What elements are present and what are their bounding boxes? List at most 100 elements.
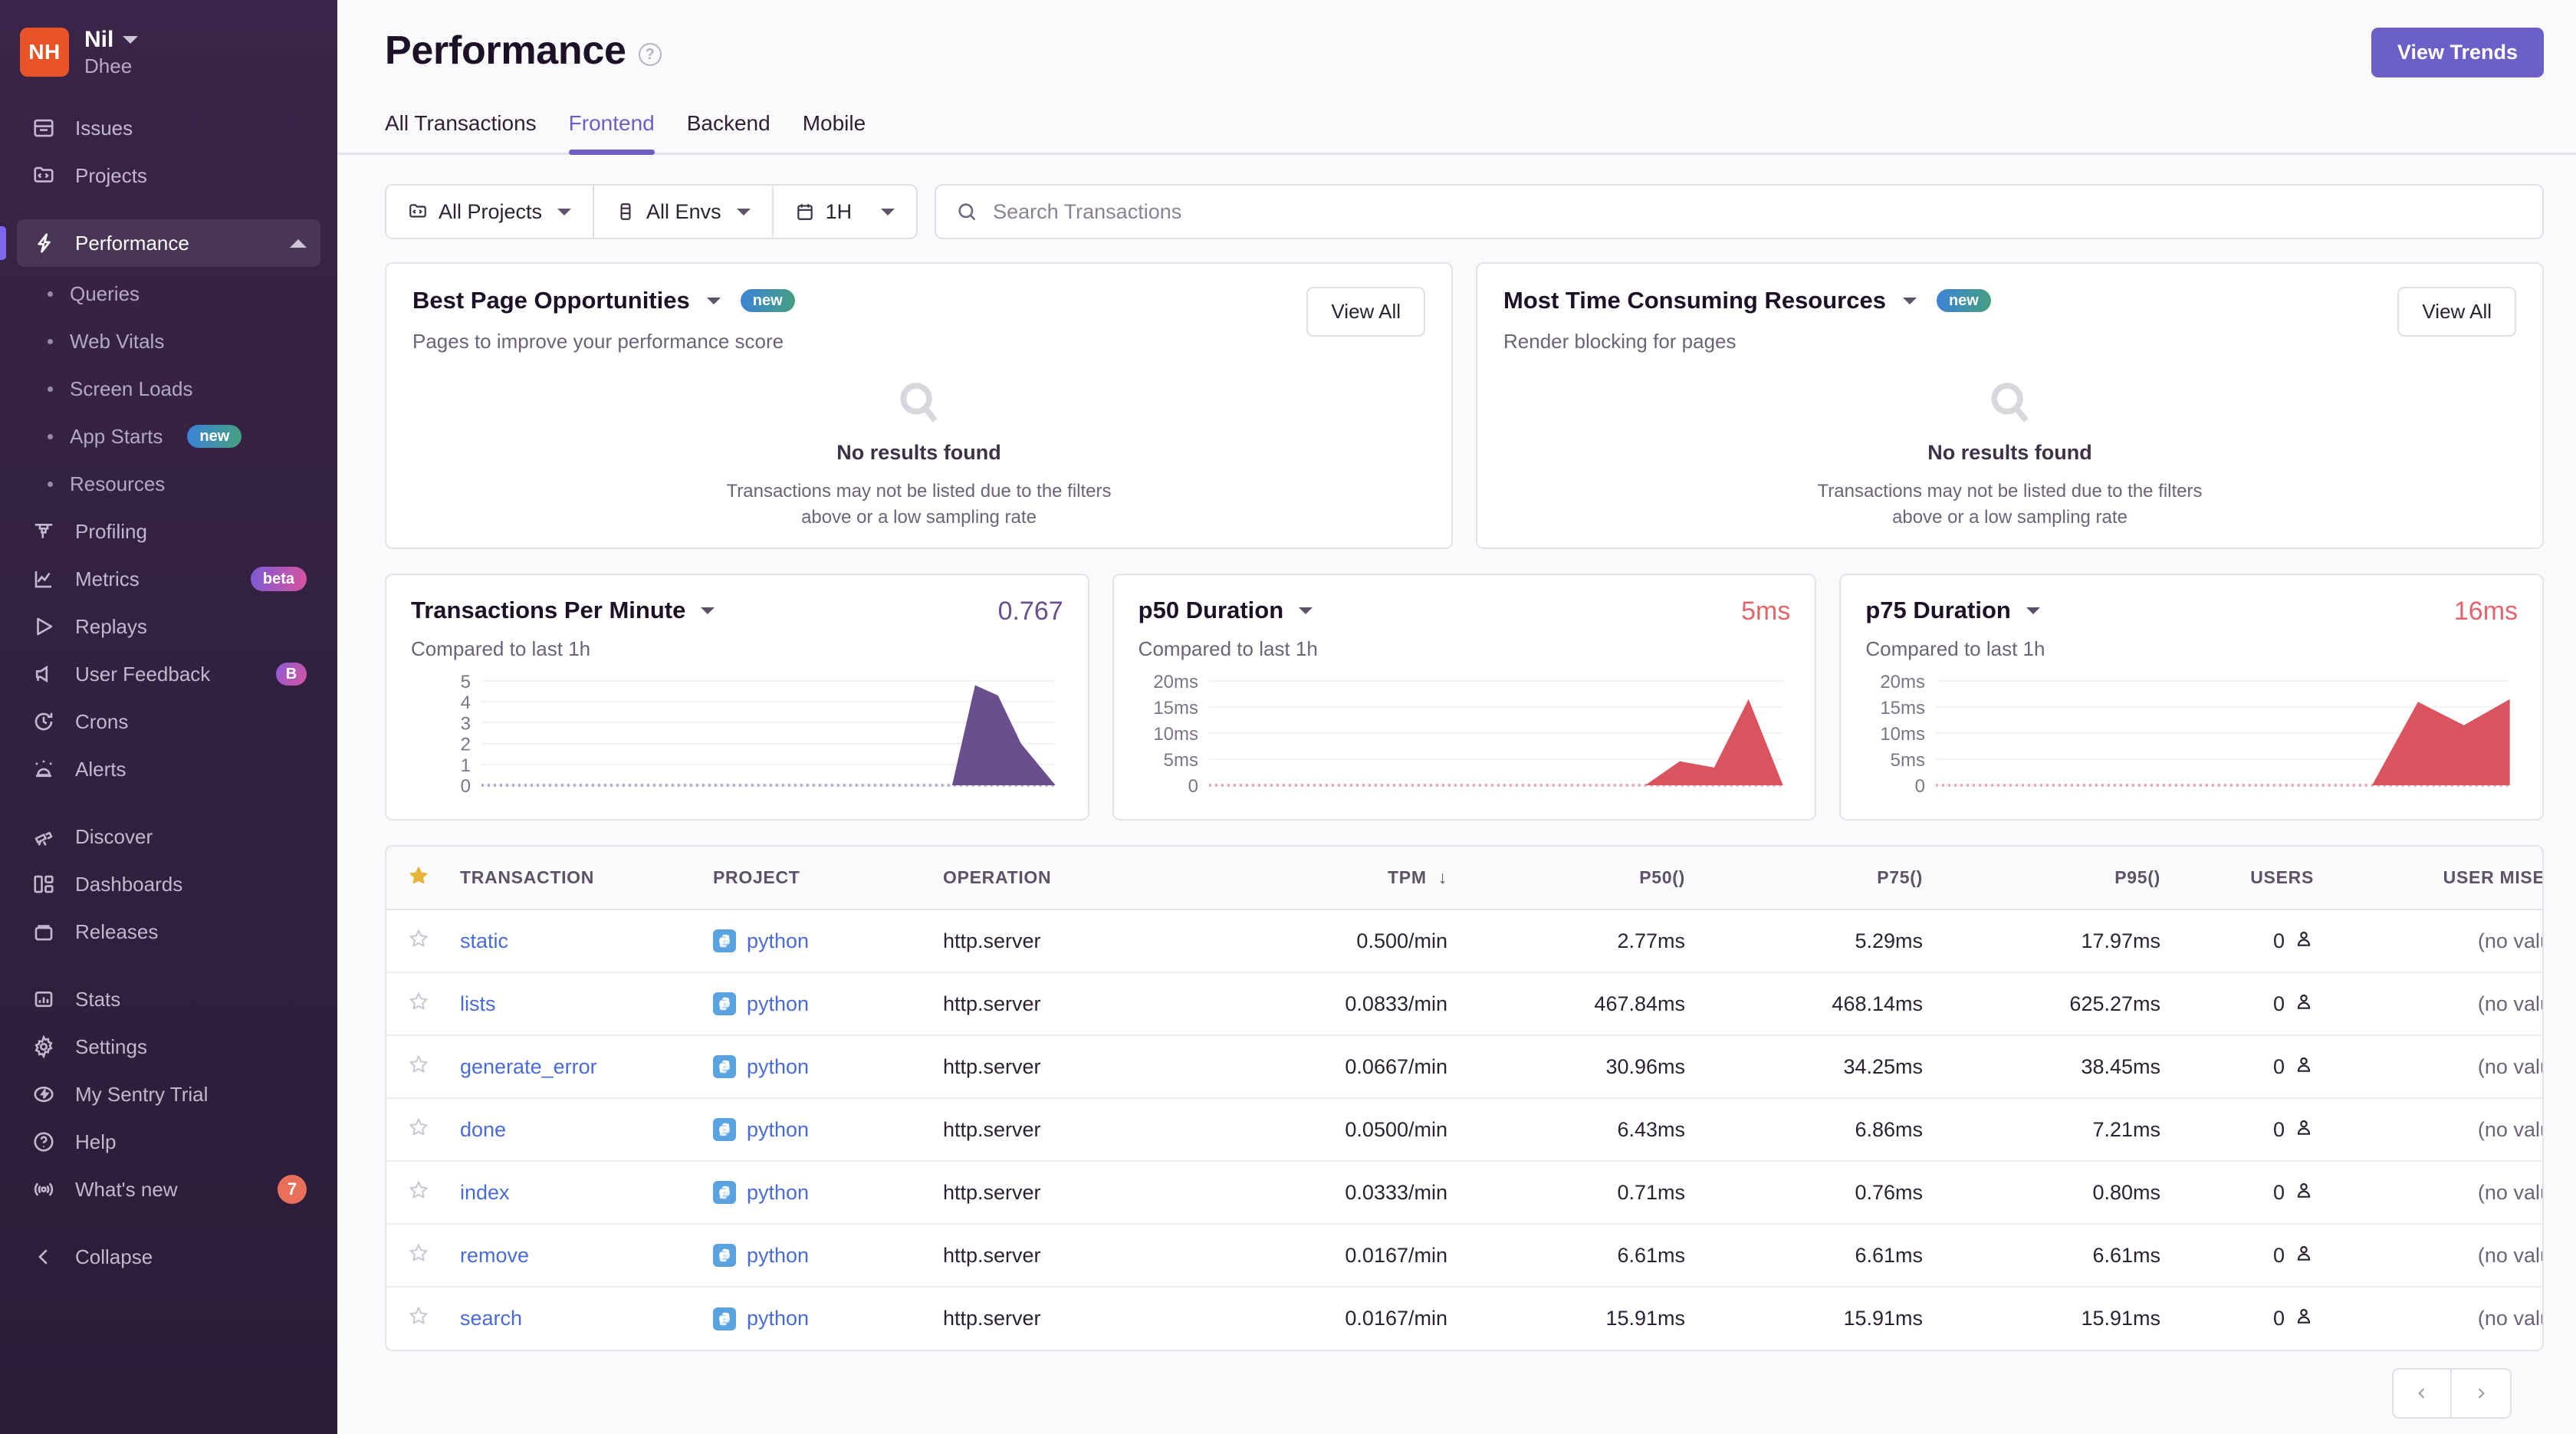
org-switcher[interactable]: NH Nil Dhee xyxy=(0,20,337,78)
sidebar-item-profiling[interactable]: Profiling xyxy=(17,508,320,555)
col-tpm[interactable]: TPM ↓ xyxy=(1230,847,1467,910)
sidebar-item-alerts[interactable]: Alerts xyxy=(17,745,320,793)
col-p95[interactable]: P95() xyxy=(1943,847,2180,910)
transaction-link[interactable]: search xyxy=(460,1307,522,1330)
environment-filter[interactable]: All Envs xyxy=(594,186,774,238)
chevron-down-icon[interactable] xyxy=(701,607,715,614)
cell-project[interactable]: python xyxy=(693,909,923,972)
pagination xyxy=(385,1368,2544,1419)
tab-all-transactions[interactable]: All Transactions xyxy=(385,111,537,153)
row-star-button[interactable] xyxy=(386,1098,440,1161)
cell-transaction[interactable]: static xyxy=(440,909,693,972)
star-outline-icon[interactable] xyxy=(408,1243,429,1268)
chevron-up-icon[interactable] xyxy=(290,238,307,248)
cell-transaction[interactable]: search xyxy=(440,1287,693,1350)
sidebar-item-user-feedback[interactable]: User Feedback B xyxy=(17,650,320,698)
sidebar-item-stats[interactable]: Stats xyxy=(17,975,320,1023)
row-star-button[interactable] xyxy=(386,1224,440,1287)
tab-backend[interactable]: Backend xyxy=(687,111,770,153)
sidebar-item-performance[interactable]: Performance xyxy=(0,219,320,268)
col-p75[interactable]: P75() xyxy=(1705,847,1943,910)
star-outline-icon[interactable] xyxy=(408,1180,429,1205)
star-filled-icon[interactable] xyxy=(408,867,429,890)
table-row[interactable]: generate_error python http.server 0.0667/mi… xyxy=(386,1035,2542,1098)
table-row[interactable]: index python http.server 0.0333/min 0.71ms 0.… xyxy=(386,1161,2542,1224)
col-users[interactable]: USERS xyxy=(2180,847,2334,910)
prev-page-button[interactable] xyxy=(2394,1370,2452,1417)
sidebar-item-metrics[interactable]: Metrics beta xyxy=(17,555,320,603)
sidebar-item-screen-loads[interactable]: Screen Loads xyxy=(0,365,337,413)
cell-transaction[interactable]: done xyxy=(440,1098,693,1161)
chevron-down-icon[interactable] xyxy=(123,35,139,44)
sidebar-item-issues[interactable]: Issues xyxy=(17,104,320,152)
table-row[interactable]: remove python http.server 0.0167/min 6.61ms 6… xyxy=(386,1224,2542,1287)
table-row[interactable]: search python http.server 0.0167/min 15.91ms… xyxy=(386,1287,2542,1350)
chevron-down-icon[interactable] xyxy=(706,297,721,304)
transaction-link[interactable]: lists xyxy=(460,992,496,1015)
search-input[interactable] xyxy=(993,199,2522,224)
cell-transaction[interactable]: index xyxy=(440,1161,693,1224)
sidebar-item-web-vitals[interactable]: Web Vitals xyxy=(0,317,337,365)
time-range-filter[interactable]: 1H xyxy=(774,186,917,238)
tab-frontend[interactable]: Frontend xyxy=(568,111,655,155)
cell-project[interactable]: python xyxy=(693,972,923,1035)
chevron-down-icon[interactable] xyxy=(1902,297,1917,304)
table-row[interactable]: static python http.server 0.500/min 2.77ms 5.… xyxy=(386,909,2542,972)
transaction-link[interactable]: remove xyxy=(460,1244,529,1267)
cell-project[interactable]: python xyxy=(693,1161,923,1224)
row-star-button[interactable] xyxy=(386,1035,440,1098)
help-tooltip-icon[interactable]: ? xyxy=(638,43,662,66)
col-star[interactable] xyxy=(386,847,440,910)
col-user-misery[interactable]: USER MISERY xyxy=(2334,847,2542,910)
sidebar-item-crons[interactable]: Crons xyxy=(17,698,320,745)
row-star-button[interactable] xyxy=(386,972,440,1035)
star-outline-icon[interactable] xyxy=(408,992,429,1017)
sidebar-item-app-starts[interactable]: App Starts new xyxy=(0,413,337,460)
view-all-button[interactable]: View All xyxy=(1306,287,1425,337)
project-filter[interactable]: All Projects xyxy=(386,186,595,238)
chevron-down-icon[interactable] xyxy=(2026,607,2040,614)
chevron-down-icon[interactable] xyxy=(1299,607,1313,614)
cell-project[interactable]: python xyxy=(693,1035,923,1098)
search-transactions-box[interactable] xyxy=(935,184,2544,239)
next-page-button[interactable] xyxy=(2452,1370,2510,1417)
row-star-button[interactable] xyxy=(386,909,440,972)
row-star-button[interactable] xyxy=(386,1287,440,1350)
star-outline-icon[interactable] xyxy=(408,1054,429,1080)
star-outline-icon[interactable] xyxy=(408,929,429,954)
col-project[interactable]: PROJECT xyxy=(693,847,923,910)
star-outline-icon[interactable] xyxy=(408,1117,429,1143)
sidebar-item-my-sentry-trial[interactable]: My Sentry Trial xyxy=(17,1071,320,1118)
sidebar-collapse-button[interactable]: Collapse xyxy=(17,1233,320,1281)
sidebar-item-discover[interactable]: Discover xyxy=(17,813,320,860)
col-operation[interactable]: OPERATION xyxy=(923,847,1230,910)
sidebar-item-releases[interactable]: Releases xyxy=(17,908,320,955)
sidebar-item-help[interactable]: Help xyxy=(17,1118,320,1166)
transaction-link[interactable]: static xyxy=(460,929,508,952)
sidebar-item-projects[interactable]: Projects xyxy=(17,152,320,199)
view-all-button[interactable]: View All xyxy=(2397,287,2516,337)
transaction-link[interactable]: done xyxy=(460,1118,506,1141)
transaction-link[interactable]: index xyxy=(460,1181,510,1204)
sidebar-item-whats-new[interactable]: What's new 7 xyxy=(17,1166,320,1213)
cell-transaction[interactable]: generate_error xyxy=(440,1035,693,1098)
table-row[interactable]: done python http.server 0.0500/min 6.43ms 6.8… xyxy=(386,1098,2542,1161)
cell-project[interactable]: python xyxy=(693,1224,923,1287)
transaction-link[interactable]: generate_error xyxy=(460,1055,597,1078)
cell-project[interactable]: python xyxy=(693,1098,923,1161)
tab-mobile[interactable]: Mobile xyxy=(803,111,866,153)
cell-project[interactable]: python xyxy=(693,1287,923,1350)
col-p50[interactable]: P50() xyxy=(1467,847,1705,910)
sidebar-item-queries[interactable]: Queries xyxy=(0,270,337,317)
col-transaction[interactable]: TRANSACTION xyxy=(440,847,693,910)
view-trends-button[interactable]: View Trends xyxy=(2371,28,2544,77)
sidebar-item-resources[interactable]: Resources xyxy=(0,460,337,508)
row-star-button[interactable] xyxy=(386,1161,440,1224)
sidebar-item-settings[interactable]: Settings xyxy=(17,1023,320,1071)
star-outline-icon[interactable] xyxy=(408,1307,429,1331)
sidebar-item-dashboards[interactable]: Dashboards xyxy=(17,860,320,908)
cell-transaction[interactable]: remove xyxy=(440,1224,693,1287)
cell-transaction[interactable]: lists xyxy=(440,972,693,1035)
table-row[interactable]: lists python http.server 0.0833/min 467.84ms… xyxy=(386,972,2542,1035)
sidebar-item-replays[interactable]: Replays xyxy=(17,603,320,650)
